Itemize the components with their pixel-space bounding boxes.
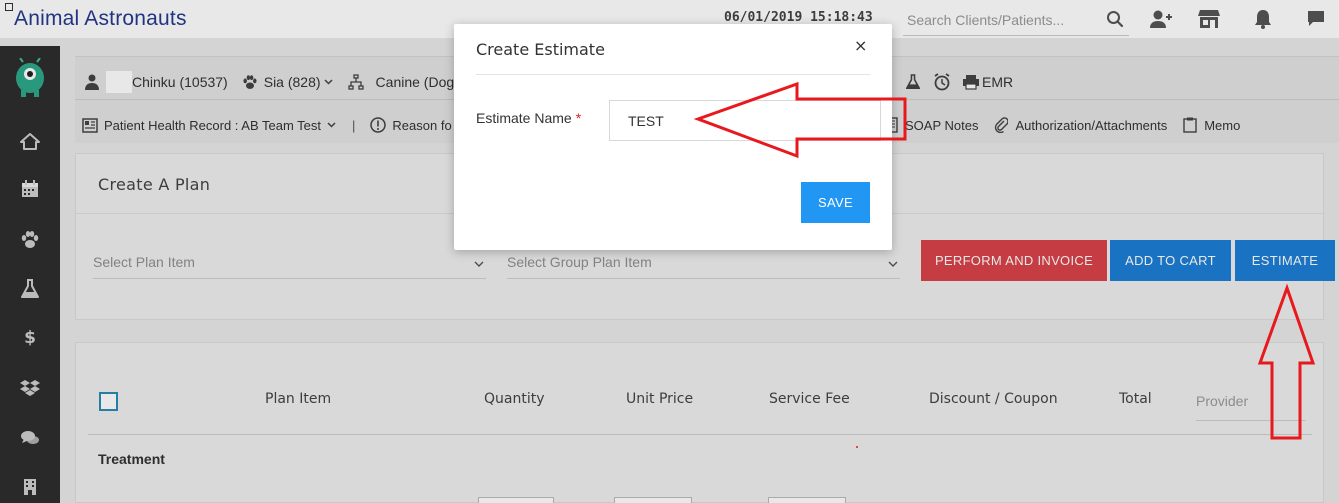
estimate-name-input[interactable] [609, 100, 881, 141]
modal-divider [476, 74, 870, 75]
required-marker: * [575, 110, 582, 126]
estimate-name-label: Estimate Name * [476, 110, 581, 126]
save-button[interactable]: SAVE [801, 182, 870, 223]
create-estimate-modal: Create Estimate × Estimate Name* SAVE [454, 24, 892, 250]
estimate-name-label-text: Estimate Name [476, 110, 572, 126]
modal-title: Create Estimate [476, 40, 605, 59]
close-icon[interactable]: × [854, 36, 867, 55]
